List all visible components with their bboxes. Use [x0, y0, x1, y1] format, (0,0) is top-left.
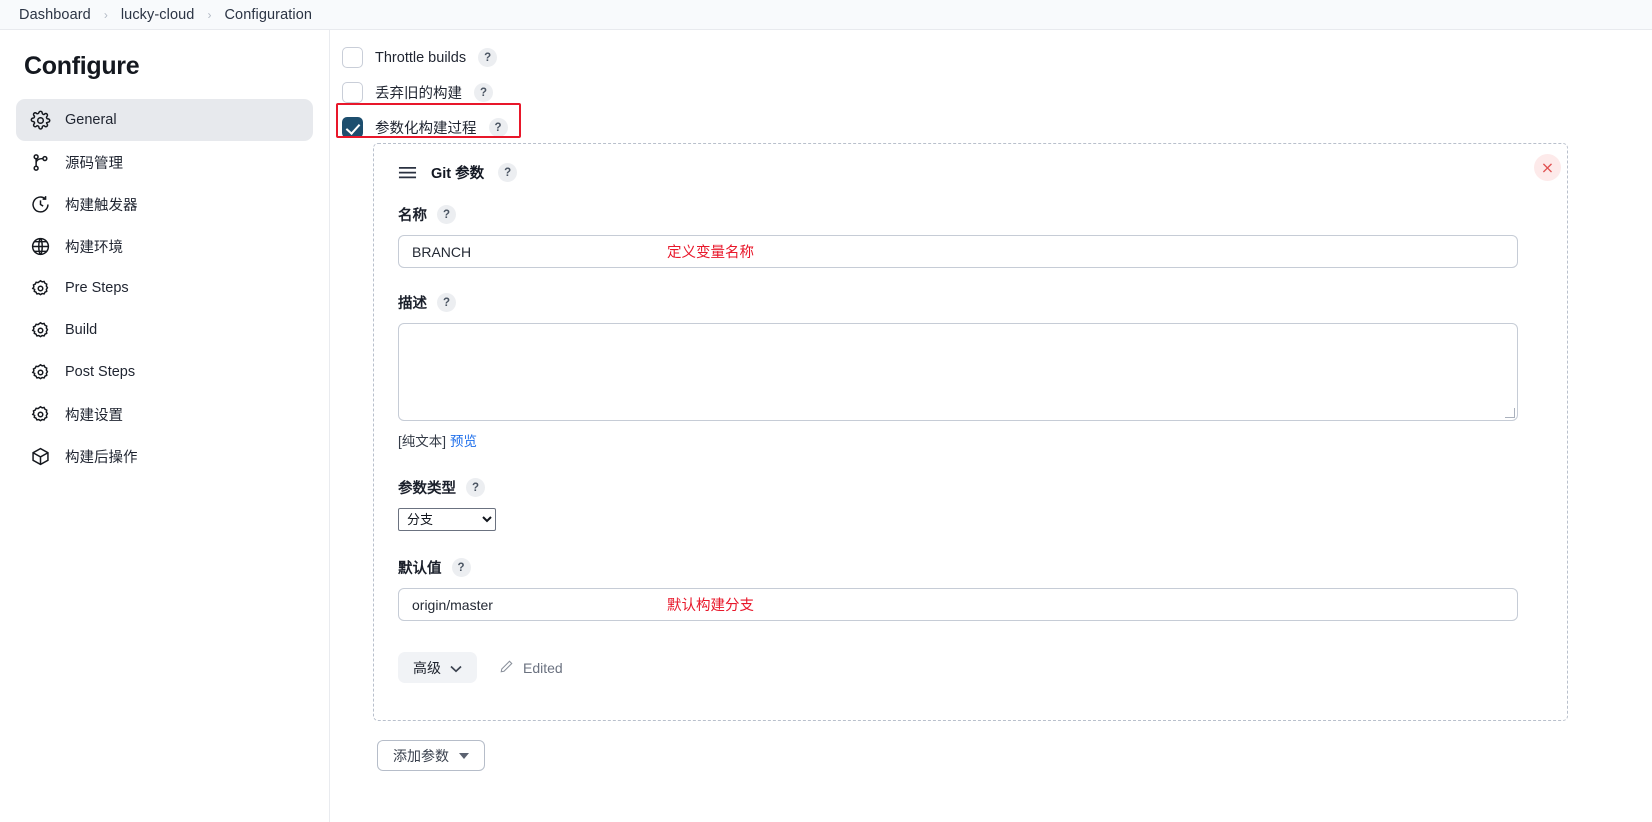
- name-field-label: 名称: [398, 208, 427, 224]
- help-icon[interactable]: ?: [466, 478, 485, 497]
- advanced-button-label: 高级: [413, 659, 441, 676]
- throttle-builds-checkbox[interactable]: [342, 47, 363, 68]
- sidebar-item-build-triggers[interactable]: 构建触发器: [16, 183, 313, 225]
- checkbox-label: Throttle builds: [375, 49, 467, 66]
- param-type-label: 参数类型: [398, 481, 456, 497]
- sidebar-item-general[interactable]: General: [16, 99, 313, 141]
- sidebar-item-build[interactable]: Build: [16, 309, 313, 351]
- checkbox-row-parameterized-build[interactable]: 参数化构建过程 ?: [331, 110, 1652, 145]
- breadcrumb-item-dashboard[interactable]: Dashboard: [8, 7, 102, 23]
- default-value-input-value: origin/master: [412, 596, 493, 613]
- breadcrumb-item-project[interactable]: lucky-cloud: [110, 7, 206, 23]
- globe-icon: [30, 236, 51, 257]
- preview-link[interactable]: 预览: [450, 434, 477, 449]
- param-type-label-row: 参数类型 ?: [398, 477, 1549, 498]
- sidebar-item-label: Build: [65, 322, 98, 338]
- checkbox-row-throttle-builds[interactable]: Throttle builds ?: [331, 40, 1652, 75]
- hamburger-icon[interactable]: [398, 166, 417, 179]
- default-value-label-row: 默认值 ?: [398, 557, 1549, 578]
- sidebar-item-label: General: [65, 112, 117, 128]
- sidebar: Configure General 源码管理 构建触发器 构建环境 Pre St…: [0, 30, 330, 822]
- pencil-icon: [499, 659, 514, 677]
- sidebar-item-post-steps[interactable]: Post Steps: [16, 351, 313, 393]
- description-field-label: 描述: [398, 296, 427, 312]
- description-footer: [纯文本] 预览: [398, 430, 1549, 450]
- sidebar-item-label: 源码管理: [65, 155, 123, 172]
- edited-label: Edited: [523, 659, 563, 676]
- add-parameter-button[interactable]: 添加参数: [377, 740, 485, 771]
- sidebar-item-scm[interactable]: 源码管理: [16, 141, 313, 183]
- gear-icon: [30, 278, 51, 299]
- chevron-down-icon: [450, 660, 462, 676]
- help-icon[interactable]: ?: [488, 118, 508, 137]
- gear-icon: [30, 110, 51, 131]
- sidebar-item-label: Pre Steps: [65, 280, 129, 296]
- checkbox-label: 参数化构建过程: [375, 121, 477, 137]
- description-textarea[interactable]: [398, 323, 1518, 421]
- description-field-label-row: 描述 ?: [398, 292, 1549, 313]
- advanced-button[interactable]: 高级: [398, 652, 477, 683]
- help-icon[interactable]: ?: [437, 205, 456, 224]
- help-icon[interactable]: ?: [478, 48, 498, 67]
- resize-handle[interactable]: [1505, 408, 1515, 418]
- name-input[interactable]: BRANCH 定义变量名称: [398, 235, 1518, 268]
- help-icon[interactable]: ?: [498, 163, 518, 182]
- add-parameter-label: 添加参数: [393, 747, 449, 764]
- checkbox-label: 丢弃旧的构建: [375, 86, 462, 102]
- help-icon[interactable]: ?: [474, 83, 493, 102]
- name-field-label-row: 名称 ?: [398, 204, 1549, 225]
- discard-old-builds-checkbox[interactable]: [342, 82, 363, 103]
- caret-down-icon: [459, 752, 469, 759]
- breadcrumb-separator: ›: [103, 7, 108, 22]
- sidebar-item-label: 构建后操作: [65, 449, 138, 466]
- checkbox-row-discard-old-builds[interactable]: 丢弃旧的构建 ?: [331, 75, 1652, 110]
- advanced-row: 高级 Edited: [398, 652, 1549, 683]
- name-input-value: BRANCH: [412, 243, 472, 260]
- default-value-input[interactable]: origin/master 默认构建分支: [398, 588, 1518, 621]
- plain-text-label: [纯文本]: [398, 434, 447, 449]
- gear-icon: [30, 404, 51, 425]
- package-icon: [30, 446, 51, 467]
- help-icon[interactable]: ?: [451, 558, 471, 577]
- param-panel-title: Git 参数: [431, 166, 485, 182]
- breadcrumb: Dashboard › lucky-cloud › Configuration: [0, 0, 1652, 30]
- sidebar-item-label: Post Steps: [65, 364, 136, 380]
- main-content: Throttle builds ? 丢弃旧的构建 ? 参数化构建过程 ? Git…: [331, 30, 1652, 822]
- sidebar-item-pre-steps[interactable]: Pre Steps: [16, 267, 313, 309]
- parameterized-build-checkbox[interactable]: [342, 117, 363, 138]
- param-panel-header: Git 参数 ?: [398, 162, 1549, 183]
- breadcrumb-item-configuration[interactable]: Configuration: [213, 7, 323, 23]
- param-type-select[interactable]: 分支: [398, 508, 496, 531]
- default-value-annotation: 默认构建分支: [667, 598, 754, 614]
- sidebar-item-build-settings[interactable]: 构建设置: [16, 393, 313, 435]
- close-icon[interactable]: ×: [1534, 154, 1561, 181]
- breadcrumb-separator: ›: [207, 7, 212, 22]
- sidebar-item-label: 构建设置: [65, 407, 123, 424]
- git-parameter-panel: Git 参数 ? × 名称 ? BRANCH 定义变量名称 描述 ? [纯文本]…: [373, 143, 1568, 721]
- sidebar-item-label: 构建触发器: [65, 197, 138, 214]
- help-icon[interactable]: ?: [437, 293, 456, 312]
- default-value-label: 默认值: [398, 561, 442, 577]
- name-annotation: 定义变量名称: [667, 245, 754, 261]
- gear-icon: [30, 320, 51, 341]
- clock-icon: [30, 194, 51, 215]
- edited-status: Edited: [499, 659, 563, 677]
- sidebar-item-post-build-actions[interactable]: 构建后操作: [16, 435, 313, 477]
- sidebar-item-label: 构建环境: [65, 239, 123, 256]
- branch-icon: [30, 152, 51, 173]
- gear-icon: [30, 362, 51, 383]
- page-title: Configure: [24, 52, 140, 80]
- sidebar-item-build-environment[interactable]: 构建环境: [16, 225, 313, 267]
